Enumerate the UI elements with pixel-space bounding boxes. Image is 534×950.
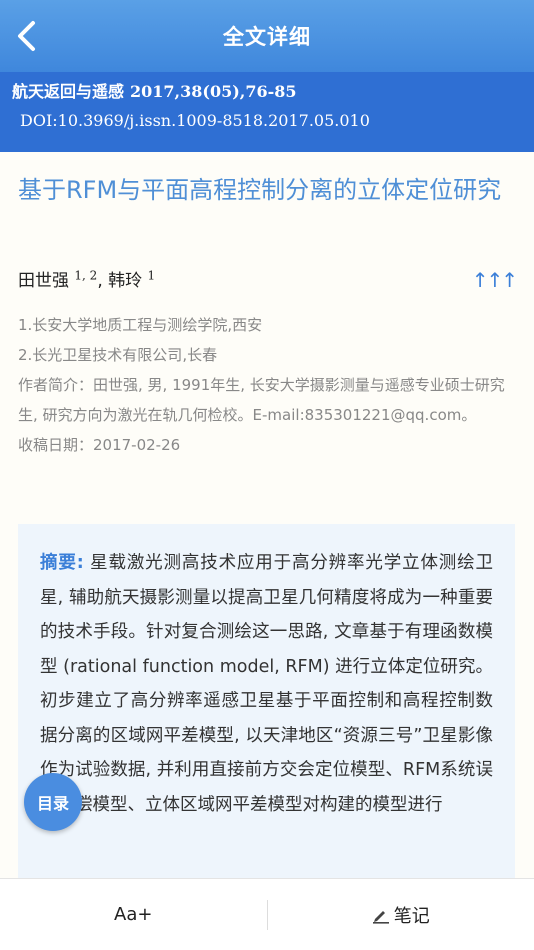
abstract-box: 摘要: 星载激光测高技术应用于高分辨率光学立体测绘卫星, 辅助航天摄影测量以提高… xyxy=(18,524,515,884)
chevron-left-icon xyxy=(18,21,35,51)
top-navigation-bar: 全文详细 xyxy=(0,0,534,72)
article-metadata: 1.长安大学地质工程与测绘学院,西安 2.长光卫星技术有限公司,长春 作者简介：… xyxy=(18,310,518,460)
font-size-label: Aa+ xyxy=(114,904,153,925)
bottom-toolbar: Aa+ 笔记 xyxy=(0,878,534,950)
author-name[interactable]: 田世强 xyxy=(18,271,69,291)
author-bio: 作者简介：田世强, 男, 1991年生, 长安大学摄影测量与遥感专业硕士研究生,… xyxy=(18,376,505,424)
abstract-label: 摘要: xyxy=(40,553,84,573)
doi-text[interactable]: DOI:10.3969/j.issn.1009-8518.2017.05.010 xyxy=(12,109,522,133)
author-affiliation-mark: 1, 2 xyxy=(74,268,98,283)
received-date: 收稿日期：2017-02-26 xyxy=(18,436,181,454)
notes-label: 笔记 xyxy=(393,905,430,927)
citation-detail: 2017,38(05),76-85 xyxy=(130,82,297,101)
author-name[interactable]: 韩玲 xyxy=(108,271,142,291)
author-separator: , xyxy=(97,271,103,291)
author-affiliation-mark: 1 xyxy=(147,268,156,283)
pencil-icon xyxy=(372,910,389,924)
toc-floating-button[interactable]: 目录 xyxy=(24,773,82,831)
page-title: 全文详细 xyxy=(223,25,311,49)
font-size-button[interactable]: Aa+ xyxy=(0,904,267,925)
abstract-text: 星载激光测高技术应用于高分辨率光学立体测绘卫星, 辅助航天摄影测量以提高卫星几何… xyxy=(40,553,493,815)
journal-name: 航天返回与遥感 xyxy=(12,82,125,101)
article-title: 基于RFM与平面高程控制分离的立体定位研究 xyxy=(18,176,502,204)
expand-arrows-icon[interactable]: ↑↑↑ xyxy=(472,268,518,292)
journal-citation: 航天返回与遥感 2017,38(05),76-85 xyxy=(12,80,522,104)
affiliation-item: 2.长光卫星技术有限公司,长春 xyxy=(18,346,218,364)
article-info-banner: 航天返回与遥感 2017,38(05),76-85 DOI:10.3969/j.i… xyxy=(0,72,534,152)
notes-button[interactable]: 笔记 xyxy=(268,902,534,928)
back-button[interactable] xyxy=(10,20,42,52)
author-list: 田世强 1, 2, 韩玲 1 xyxy=(18,266,155,291)
abstract-paragraph: 摘要: 星载激光测高技术应用于高分辨率光学立体测绘卫星, 辅助航天摄影测量以提高… xyxy=(40,546,493,822)
affiliation-item: 1.长安大学地质工程与测绘学院,西安 xyxy=(18,316,263,334)
